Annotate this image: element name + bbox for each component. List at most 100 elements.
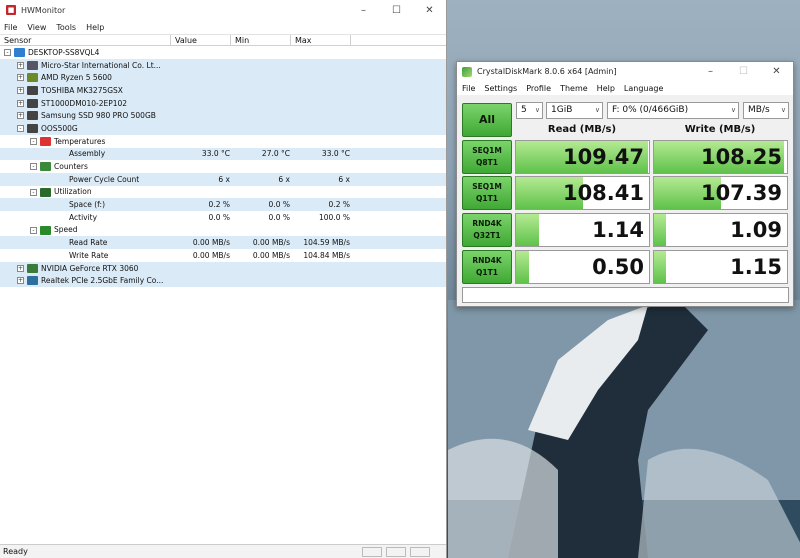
tree-row[interactable]: - Speed (0, 224, 446, 237)
test-queue: Q1T1 (476, 194, 498, 203)
expand-icon[interactable]: + (17, 87, 24, 95)
tree-row[interactable]: + Realtek PCIe 2.5GbE Family Co... (0, 274, 446, 288)
tree-row-label: Counters (54, 162, 88, 172)
drive-select[interactable]: F: 0% (0/466GiB) ∨ (607, 102, 739, 119)
expand-icon[interactable]: + (17, 277, 24, 285)
test-button[interactable]: RND4K Q32T1 (462, 213, 512, 247)
col-value[interactable]: Value (171, 35, 231, 45)
minimize-button[interactable]: – (347, 5, 380, 16)
tree-row[interactable]: + Samsung SSD 980 PRO 500GB (0, 109, 446, 123)
tree-row[interactable]: + TOSHIBA MK3275GSX (0, 84, 446, 97)
disk-icon (27, 86, 38, 96)
chevron-down-icon: ∨ (730, 106, 736, 114)
tree-row[interactable]: Write Rate 0.00 MB/s 0.00 MB/s 104.84 MB/s (0, 249, 446, 262)
tree-row[interactable]: Activity 0.0 % 0.0 % 100.0 % (0, 211, 446, 224)
col-min[interactable]: Min (231, 35, 291, 45)
tree-row[interactable]: - Counters (0, 160, 446, 173)
write-result-cell: 107.39 (653, 176, 788, 210)
cdm-menu-settings[interactable]: Settings (484, 84, 517, 93)
tree-row-label: Samsung SSD 980 PRO 500GB (41, 111, 156, 121)
test-button[interactable]: SEQ1M Q8T1 (462, 140, 512, 174)
menu-file[interactable]: File (4, 23, 17, 32)
tree-row-label: ST1000DM010-2EP102 (41, 98, 128, 108)
maximize-button[interactable]: ☐ (380, 5, 413, 16)
tree-row-min: 0.0 % (268, 212, 290, 222)
tree-row-value: 6 x (218, 174, 230, 184)
tree-row[interactable]: Assembly 33.0 °C 27.0 °C 33.0 °C (0, 147, 446, 161)
read-result-value: 108.41 (562, 181, 644, 205)
column-header: Sensor Value Min Max (0, 34, 446, 46)
tree-row[interactable]: - Temperatures (0, 135, 446, 148)
col-sensor[interactable]: Sensor (0, 35, 171, 45)
cdm-menu-help[interactable]: Help (597, 84, 615, 93)
cdm-maximize-button[interactable]: ☐ (727, 66, 760, 77)
test-button[interactable]: SEQ1M Q1T1 (462, 176, 512, 210)
read-result-cell: 109.47 (515, 140, 650, 174)
col-max[interactable]: Max (291, 35, 351, 45)
tree-row-min: 27.0 °C (261, 149, 290, 159)
menu-tools[interactable]: Tools (56, 23, 76, 32)
read-result-bar (516, 251, 530, 283)
tree-row-max: 6 x (338, 174, 350, 184)
hw-title: HWMonitor (21, 5, 66, 15)
test-queue: Q8T1 (476, 158, 498, 167)
cdm-menu-language[interactable]: Language (624, 84, 663, 93)
disk-icon (27, 111, 38, 121)
menu-help[interactable]: Help (86, 23, 104, 32)
write-result-value: 1.09 (730, 218, 782, 242)
tree-row-label: Read Rate (69, 238, 108, 248)
all-button[interactable]: All (462, 103, 512, 137)
collapse-icon[interactable]: - (30, 188, 37, 196)
tree-row[interactable]: + ST1000DM010-2EP102 (0, 96, 446, 110)
tree-row[interactable]: + AMD Ryzen 5 5600 (0, 71, 446, 85)
tree-row[interactable]: Space (f:) 0.2 % 0.0 % 0.2 % (0, 198, 446, 211)
tree-row-min: 0.00 MB/s (252, 250, 290, 260)
write-header: Write (MB/s) (684, 124, 756, 135)
collapse-icon[interactable]: - (30, 226, 37, 234)
test-button[interactable]: RND4K Q1T1 (462, 250, 512, 284)
cdm-close-button[interactable]: ✕ (760, 66, 793, 77)
read-result-bar (516, 214, 539, 246)
expand-icon[interactable]: + (17, 74, 24, 82)
tree-row[interactable]: + NVIDIA GeForce RTX 3060 (0, 261, 446, 275)
status-panel (386, 547, 406, 557)
read-result-cell: 108.41 (515, 176, 650, 210)
test-name: RND4K (472, 219, 502, 228)
test-name: SEQ1M (472, 146, 502, 155)
comment-field[interactable] (462, 287, 789, 303)
menu-view[interactable]: View (27, 23, 46, 32)
unit-select[interactable]: MB/s ∨ (743, 102, 789, 119)
cdm-titlebar: CrystalDiskMark 8.0.6 x64 [Admin] – ☐ ✕ (457, 62, 793, 81)
collapse-icon[interactable]: - (4, 49, 11, 56)
close-button[interactable]: ✕ (413, 5, 446, 16)
motherboard-icon (27, 60, 38, 70)
tree-row[interactable]: Power Cycle Count 6 x 6 x 6 x (0, 172, 446, 186)
expand-icon[interactable]: + (17, 112, 24, 120)
expand-icon[interactable]: + (17, 99, 24, 107)
crystaldiskmark-app-icon (462, 66, 472, 77)
read-result-value: 1.14 (592, 218, 644, 242)
count-select[interactable]: 5 ∨ (516, 102, 543, 119)
cdm-menu-profile[interactable]: Profile (526, 84, 551, 93)
disk-icon (27, 124, 38, 134)
collapse-icon[interactable]: - (30, 137, 37, 145)
size-select[interactable]: 1GiB ∨ (546, 102, 603, 119)
collapse-icon[interactable]: - (17, 125, 24, 133)
expand-icon[interactable]: + (17, 264, 24, 272)
cdm-menu-file[interactable]: File (462, 84, 475, 93)
hwmonitor-app-icon: ■ (6, 5, 16, 15)
tree-row[interactable]: - DESKTOP-SS8VQL4 (0, 46, 446, 59)
tree-row[interactable]: - Utilization (0, 186, 446, 199)
tree-row[interactable]: + Micro-Star International Co. Lt... (0, 58, 446, 72)
collapse-icon[interactable]: - (30, 163, 37, 171)
tree-row-min: 0.00 MB/s (252, 238, 290, 248)
write-result-value: 108.25 (700, 145, 782, 169)
read-result-cell: 1.14 (515, 213, 650, 247)
tree-row[interactable]: Read Rate 0.00 MB/s 0.00 MB/s 104.59 MB/s (0, 236, 446, 249)
cdm-minimize-button[interactable]: – (694, 66, 727, 77)
tree-row[interactable]: - OOS500G (0, 122, 446, 135)
expand-icon[interactable]: + (17, 61, 24, 69)
tree-row-label: Realtek PCIe 2.5GbE Family Co... (41, 276, 164, 286)
write-result-cell: 108.25 (653, 140, 788, 174)
cdm-menu-theme[interactable]: Theme (560, 84, 588, 93)
